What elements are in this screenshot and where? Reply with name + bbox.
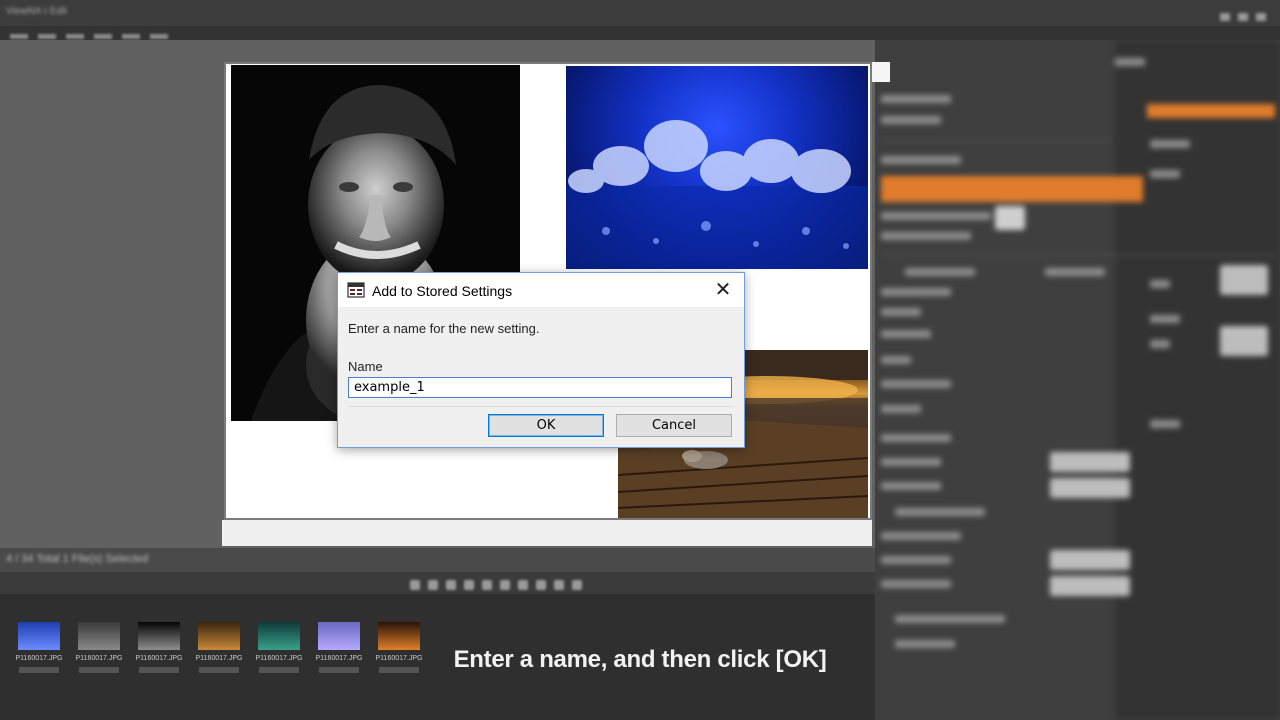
cancel-button[interactable]: Cancel [616, 414, 732, 437]
add-stored-settings-dialog: Add to Stored Settings ✕ Enter a name fo… [337, 272, 745, 448]
close-icon[interactable]: ✕ [710, 279, 736, 301]
filmstrip-thumbnail[interactable] [138, 622, 180, 650]
window-controls[interactable] [1212, 8, 1272, 21]
thumbnail-rating-bar[interactable] [139, 667, 179, 673]
thumbnail-rating-bar[interactable] [79, 667, 119, 673]
thumbnail-rating-bar[interactable] [199, 667, 239, 673]
collage-scroll-corner [872, 62, 890, 82]
thumbnail-filename: P1160017.JPG [15, 655, 63, 662]
filmstrip-thumbnail[interactable] [78, 622, 120, 650]
stored-settings-icon [347, 281, 365, 299]
thumbnail-filename: P1160017.JPG [75, 655, 123, 662]
adjustments-panel [875, 40, 1280, 720]
setting-name-input[interactable] [348, 377, 732, 398]
app-title: ViewNX-i Edit [6, 6, 67, 17]
collage-window-footer [222, 520, 872, 546]
tutorial-caption: Enter a name, and then click [OK] [453, 646, 827, 673]
photo-blue-flowers [566, 66, 868, 269]
dialog-title: Add to Stored Settings [372, 283, 513, 299]
thumbnail-filename: P1160017.JPG [195, 655, 243, 662]
dialog-prompt: Enter a name for the new setting. [348, 321, 540, 336]
filmstrip-thumbnail[interactable] [258, 622, 300, 650]
thumbnail-filename: P1160017.JPG [135, 655, 183, 662]
filmstrip-thumbnail[interactable] [198, 622, 240, 650]
filmstrip-thumbnail[interactable] [18, 622, 60, 650]
menu-bar[interactable] [0, 26, 1280, 40]
status-text: 4 / 34 Total 1 File(s) Selected [6, 553, 149, 565]
dialog-divider [348, 406, 733, 407]
ok-button[interactable]: OK [488, 414, 604, 437]
name-label: Name [348, 359, 383, 374]
app-titlebar [0, 0, 1280, 26]
thumbnail-rating-bar[interactable] [259, 667, 299, 673]
thumbnail-rating-bar[interactable] [19, 667, 59, 673]
viewer-toolbar-icons[interactable] [410, 577, 590, 590]
